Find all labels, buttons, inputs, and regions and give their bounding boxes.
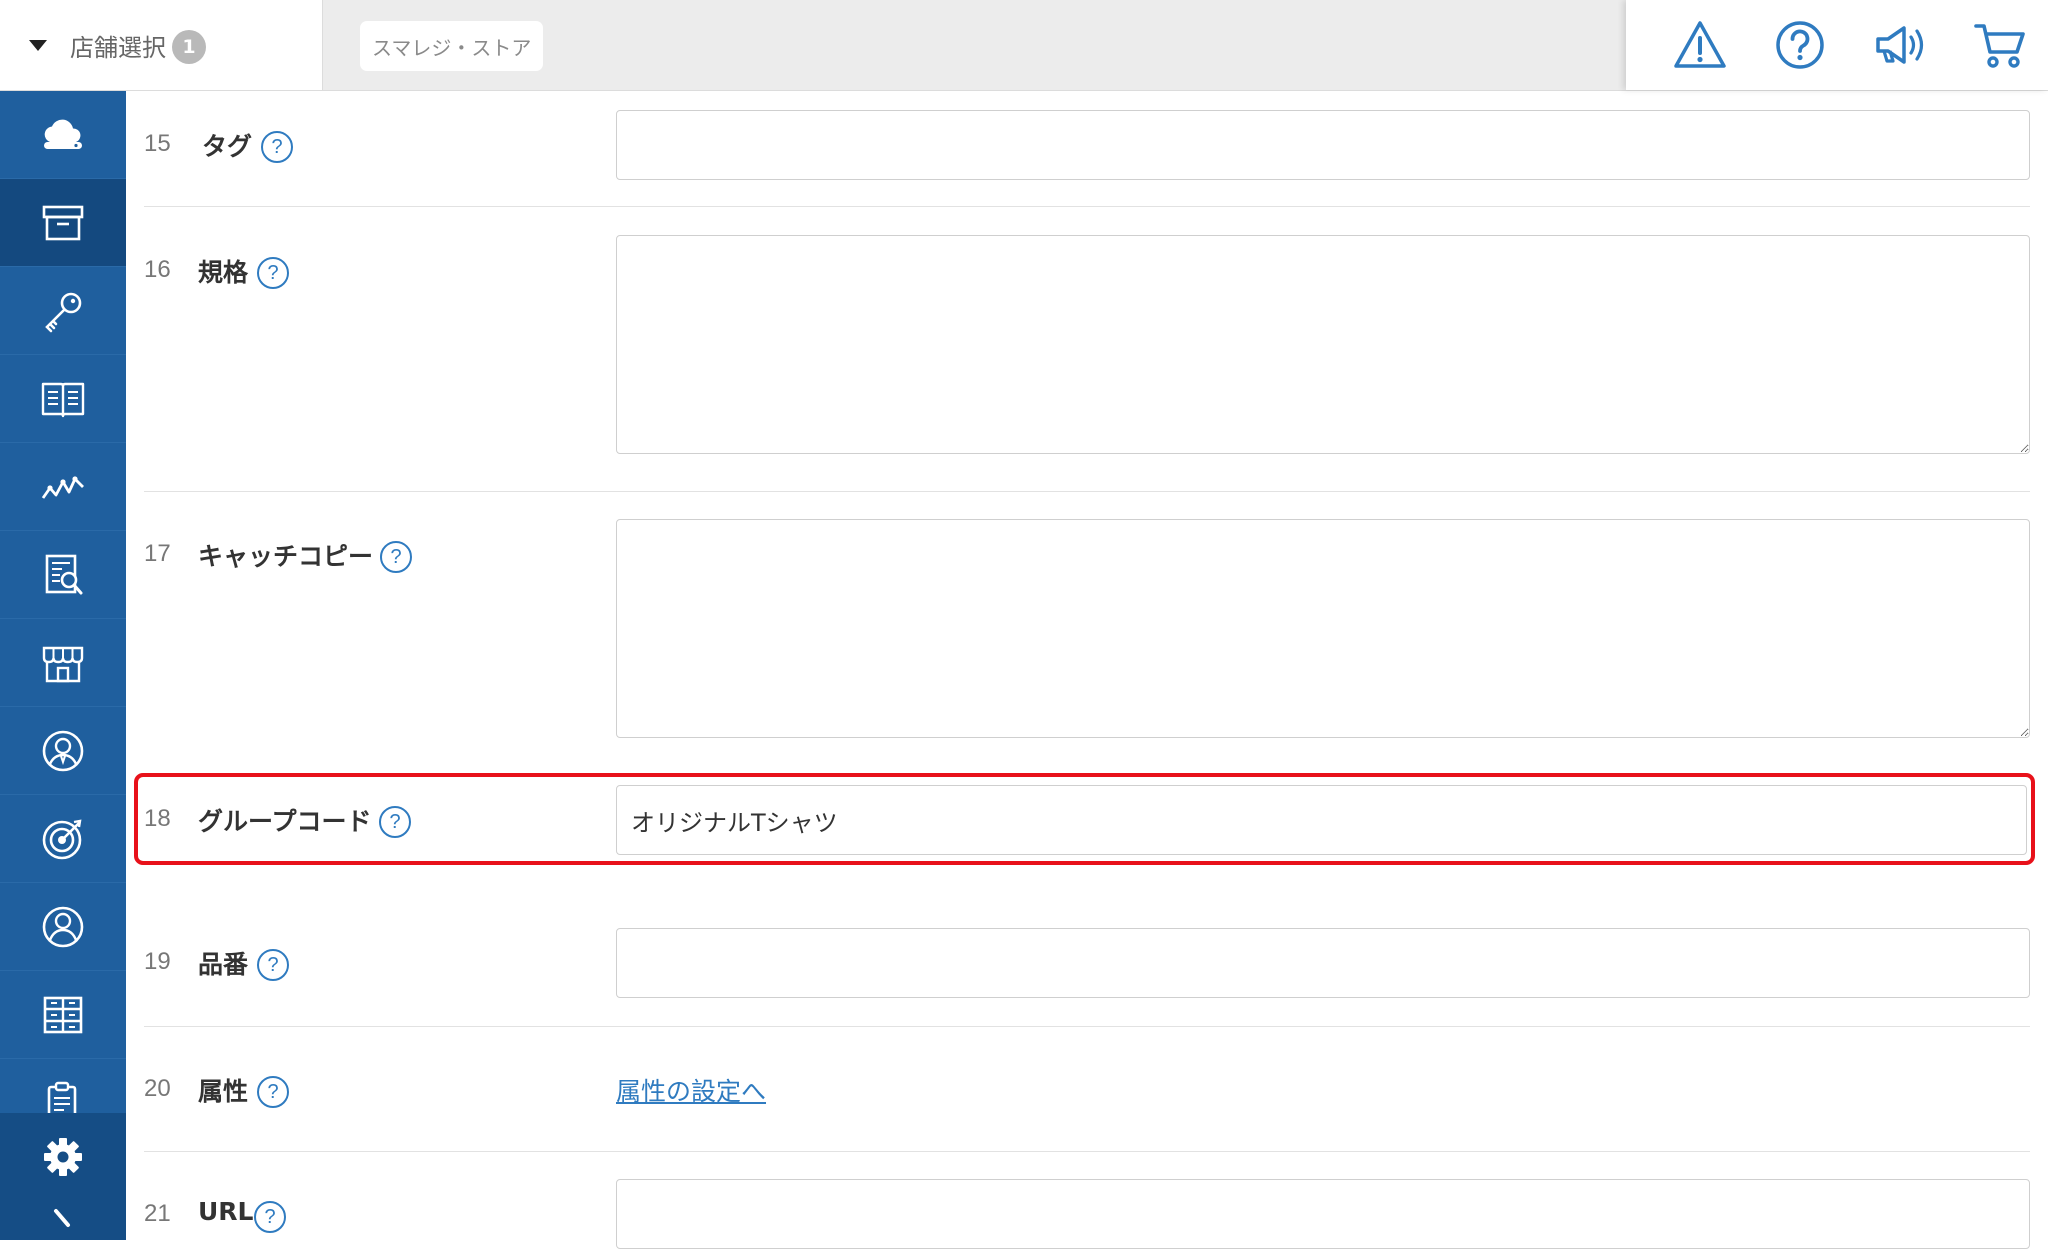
row-number: 17 xyxy=(144,540,171,567)
row-label-catchcopy: キャッチコピー xyxy=(198,542,374,571)
gear-icon xyxy=(44,1137,82,1176)
row-number: 19 xyxy=(144,948,171,975)
top-bar: 店舗選択 1 スマレジ・ストア xyxy=(0,0,2048,91)
cart-icon[interactable] xyxy=(1972,17,2028,73)
url-input[interactable] xyxy=(616,1179,2030,1249)
form-row-tag: 15 タグ ? xyxy=(144,91,2030,207)
help-icon[interactable]: ? xyxy=(380,541,412,573)
row-number: 20 xyxy=(144,1075,171,1102)
announcement-icon[interactable] xyxy=(1872,17,1928,73)
form-row-attribute: 20 属性 ? 属性の設定へ xyxy=(144,1027,2030,1152)
sidebar-expand-button[interactable] xyxy=(0,1201,126,1241)
chevron-right-icon xyxy=(54,1209,70,1227)
row-number: 21 xyxy=(144,1200,171,1227)
sidebar-item-analytics[interactable] xyxy=(0,443,126,531)
row-label-spec: 規格 xyxy=(198,258,249,287)
product-number-input[interactable] xyxy=(616,928,2030,998)
key-icon xyxy=(45,292,82,332)
row-label-group-code: グループコード xyxy=(198,807,372,836)
store-select-label: 店舗選択 xyxy=(70,33,166,62)
group-code-input[interactable] xyxy=(616,785,2027,855)
staff-icon xyxy=(42,730,84,771)
row-label-tag: タグ xyxy=(202,132,253,161)
warning-icon[interactable] xyxy=(1672,17,1728,73)
row-label-attribute: 属性 xyxy=(198,1077,249,1106)
header-icon-group xyxy=(1626,0,2048,90)
sidebar-item-book[interactable] xyxy=(0,355,126,443)
sidebar-item-grid[interactable] xyxy=(0,971,126,1059)
form-row-group-code: 18 グループコード ? xyxy=(144,776,2030,864)
book-icon xyxy=(41,382,85,417)
sidebar-item-cloud[interactable] xyxy=(0,91,126,179)
catchcopy-textarea[interactable] xyxy=(616,519,2030,738)
sidebar xyxy=(0,91,126,1240)
help-icon[interactable]: ? xyxy=(257,257,289,289)
caret-down-icon xyxy=(29,39,47,51)
sidebar-item-report[interactable] xyxy=(0,531,126,619)
form-row-catchcopy: 17 キャッチコピー ? xyxy=(144,492,2030,776)
form-row-spec: 16 規格 ? xyxy=(144,207,2030,492)
row-number: 16 xyxy=(144,256,171,283)
archive-box-icon xyxy=(42,205,84,240)
row-label-product-number: 品番 xyxy=(198,950,249,979)
help-icon[interactable]: ? xyxy=(257,1076,289,1108)
row-label-url: URL xyxy=(198,1197,254,1226)
current-store-chip[interactable]: スマレジ・ストア xyxy=(360,21,544,71)
grid-icon xyxy=(43,996,83,1033)
form-row-product-number: 19 品番 ? xyxy=(144,865,2030,1027)
help-icon[interactable] xyxy=(1772,17,1828,73)
cloud-icon xyxy=(44,119,82,149)
row-number: 15 xyxy=(144,130,171,157)
sidebar-item-settings[interactable] xyxy=(0,1113,126,1200)
help-icon[interactable]: ? xyxy=(254,1201,286,1233)
form-row-url: 21 URL ? xyxy=(144,1152,2030,1249)
tag-input[interactable] xyxy=(616,110,2030,180)
sidebar-item-key[interactable] xyxy=(0,267,126,355)
sidebar-item-target[interactable] xyxy=(0,795,126,883)
sidebar-item-staff[interactable] xyxy=(0,707,126,795)
help-icon[interactable]: ? xyxy=(379,806,411,838)
attribute-settings-link[interactable]: 属性の設定へ xyxy=(616,1072,766,1108)
store-select-dropdown[interactable]: 店舗選択 1 xyxy=(0,0,323,90)
sidebar-item-customer[interactable] xyxy=(0,883,126,971)
target-icon xyxy=(42,819,82,859)
sidebar-bottom xyxy=(0,1113,126,1240)
trend-chart-icon xyxy=(41,475,84,499)
sidebar-item-products[interactable] xyxy=(0,179,126,267)
help-icon[interactable]: ? xyxy=(257,949,289,981)
sidebar-item-store[interactable] xyxy=(0,619,126,707)
spec-textarea[interactable] xyxy=(616,235,2030,454)
store-icon xyxy=(42,646,84,682)
help-icon[interactable]: ? xyxy=(261,131,293,163)
store-count-badge: 1 xyxy=(172,30,206,64)
customer-icon xyxy=(42,906,84,947)
row-number: 18 xyxy=(144,805,171,832)
report-search-icon xyxy=(45,554,83,594)
